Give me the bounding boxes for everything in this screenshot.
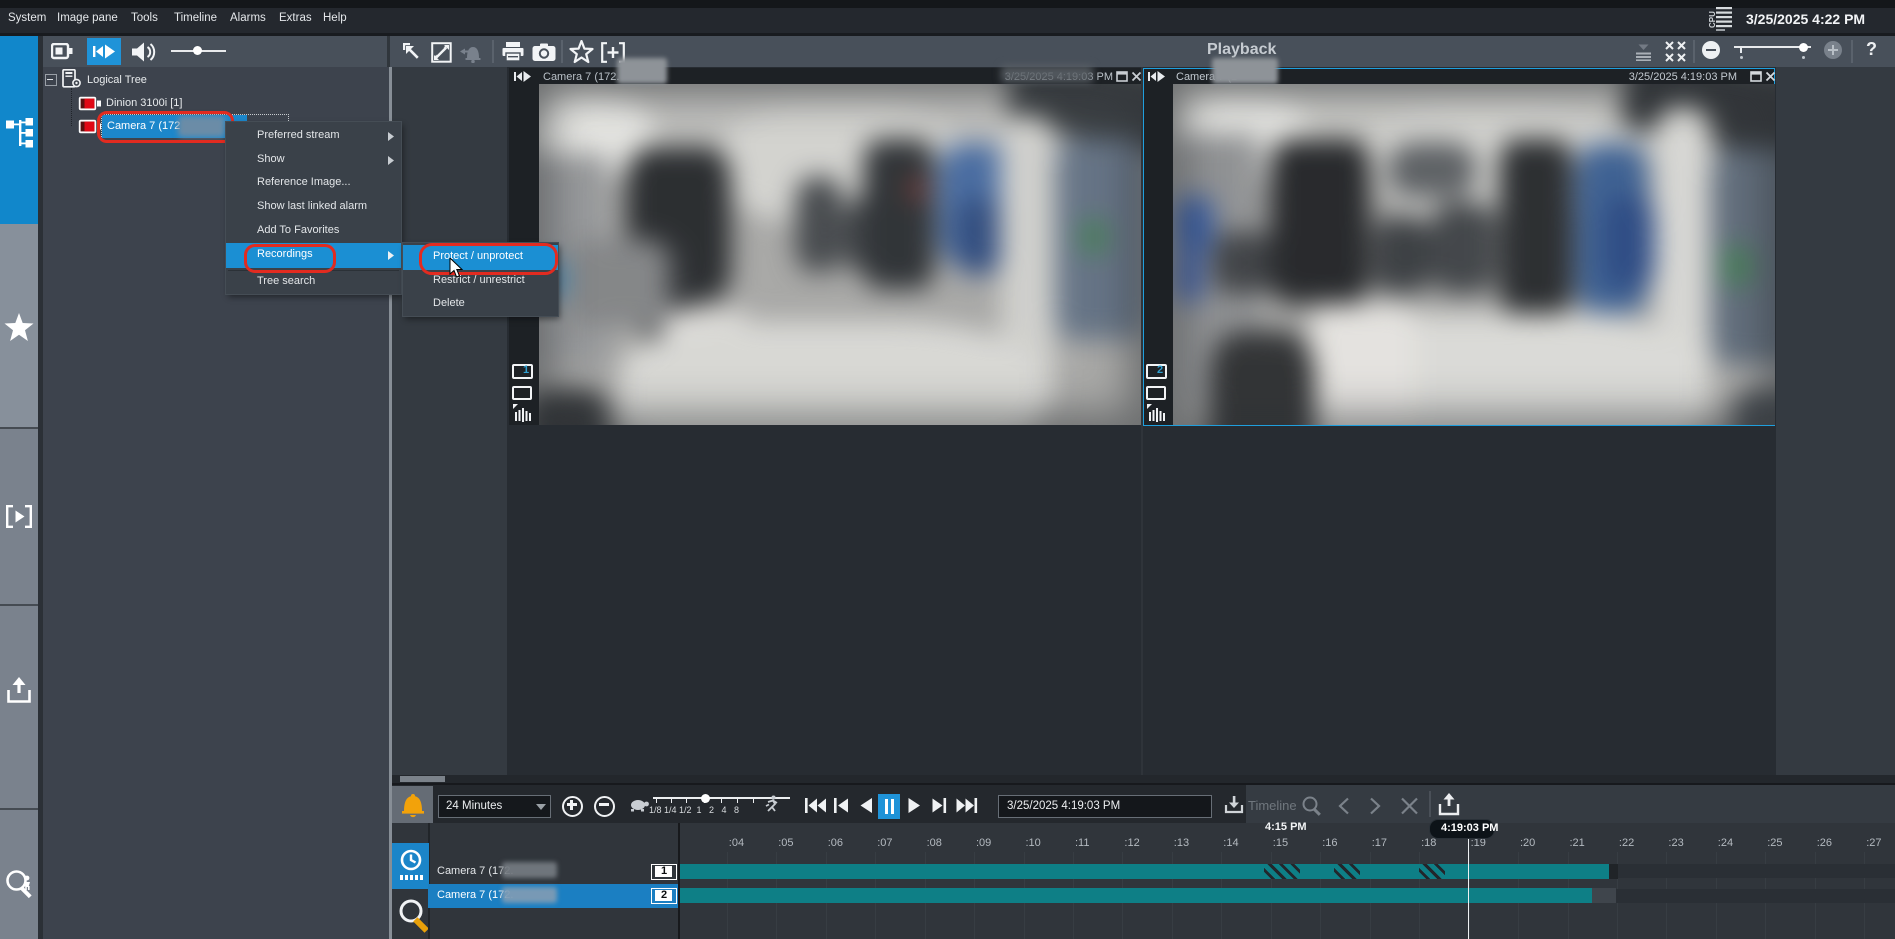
svg-text:CPU: CPU [1708,11,1717,28]
